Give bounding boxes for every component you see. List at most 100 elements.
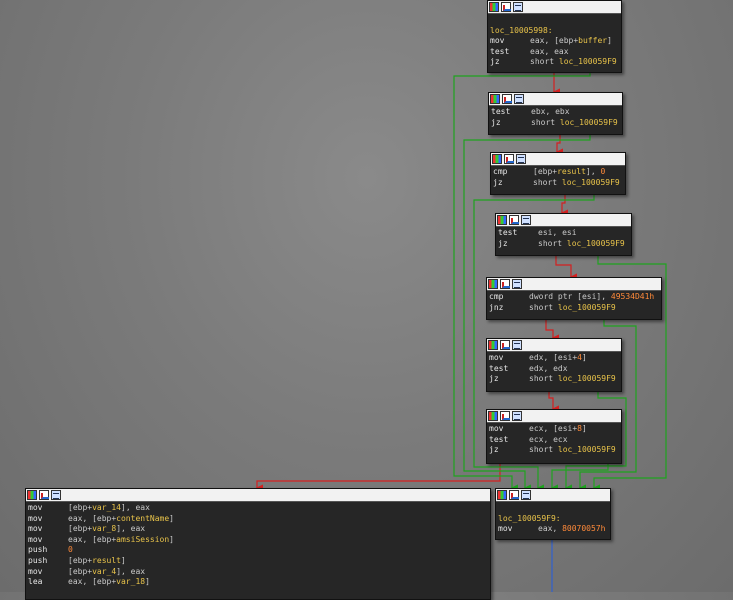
instruction-line[interactable]: jz short loc_100059F9 xyxy=(493,178,623,189)
color-palette-icon[interactable] xyxy=(488,411,498,421)
immediate-value: 0 xyxy=(600,167,606,176)
text-view-icon[interactable] xyxy=(514,94,524,104)
text-view-icon[interactable] xyxy=(512,411,522,421)
jump-target-label[interactable]: loc_100059F9 xyxy=(558,445,616,454)
instruction-line[interactable]: mov [ebp+var_4], eax xyxy=(28,567,488,578)
operand: ], eax xyxy=(116,524,146,534)
instruction-line[interactable]: test ebx, ebx xyxy=(491,107,620,118)
stack-variable[interactable]: contentName xyxy=(116,514,169,523)
block-mov-edx[interactable]: mov edx, [esi+4] test edx, edx jz short loc_1… xyxy=(486,338,622,392)
instruction-line[interactable]: jz short loc_100059F9 xyxy=(490,57,619,68)
instruction-line[interactable]: jz short loc_100059F9 xyxy=(489,374,619,385)
operand: ], eax xyxy=(121,503,150,512)
block-loc-10005998[interactable]: loc_10005998: mov eax, [ebp+buffer] test eax… xyxy=(487,0,622,73)
operand: eax, [ebp+ xyxy=(68,534,117,544)
jump-target-label[interactable]: loc_100059F9 xyxy=(559,57,617,66)
instruction-line[interactable]: test esi, esi xyxy=(498,228,629,239)
operand: dword ptr [esi], xyxy=(529,292,611,301)
stack-variable[interactable]: amsiSession xyxy=(116,535,169,544)
stack-variable[interactable]: var_4 xyxy=(92,567,116,576)
operand: short xyxy=(531,117,560,127)
color-palette-icon[interactable] xyxy=(489,2,499,12)
color-palette-icon[interactable] xyxy=(488,279,498,289)
text-view-icon[interactable] xyxy=(512,279,522,289)
text-view-icon[interactable] xyxy=(51,490,61,500)
stack-variable[interactable]: result xyxy=(557,167,586,176)
text-view-icon[interactable] xyxy=(512,340,522,350)
instruction-line[interactable]: mov eax, [ebp+amsiSession] xyxy=(28,535,488,546)
block-test-esi[interactable]: test esi, esi jz short loc_100059F9 xyxy=(495,213,632,256)
instruction-line[interactable]: cmp dword ptr [esi], 49534D41h xyxy=(489,292,659,303)
mnemonic: mov xyxy=(489,353,504,362)
block-mov-ecx[interactable]: mov ecx, [esi+8] test ecx, ecx jz short loc_1… xyxy=(486,409,622,464)
operand: eax, [ebp+ xyxy=(68,513,117,523)
color-palette-icon[interactable] xyxy=(497,215,507,225)
graph-view-icon[interactable] xyxy=(509,215,519,225)
text-view-icon[interactable] xyxy=(516,154,526,164)
jump-target-label[interactable]: loc_100059F9 xyxy=(562,178,620,187)
instruction-line[interactable]: cmp [ebp+result], 0 xyxy=(493,167,623,178)
color-palette-icon[interactable] xyxy=(27,490,37,500)
instruction-line[interactable]: mov eax, 80070057h xyxy=(498,524,608,535)
instruction-line[interactable]: lea eax, [ebp+var_18] xyxy=(28,577,488,588)
block-cmp-dword[interactable]: cmp dword ptr [esi], 49534D41h jnz short lo… xyxy=(486,277,662,320)
instruction-line[interactable]: mov ecx, [esi+8] xyxy=(489,424,619,435)
instruction-line[interactable]: mov eax, [ebp+contentName] xyxy=(28,514,488,525)
code-label[interactable]: loc_10005998: xyxy=(490,26,619,37)
node-header-toolbar xyxy=(496,214,631,227)
instruction-line[interactable]: mov edx, [esi+4] xyxy=(489,353,619,364)
instruction-line[interactable]: jz short loc_100059F9 xyxy=(489,445,619,456)
jump-target-label[interactable]: loc_100059F9 xyxy=(558,374,616,383)
color-palette-icon[interactable] xyxy=(488,340,498,350)
instruction-line[interactable]: jnz short loc_100059F9 xyxy=(489,303,659,314)
operand: short xyxy=(530,57,559,67)
block-test-ebx[interactable]: test ebx, ebx jz short loc_100059F9 xyxy=(488,92,623,135)
mnemonic: mov xyxy=(28,524,43,534)
instruction-line[interactable]: push [ebp+result] xyxy=(28,556,488,567)
instruction-line[interactable]: jz short loc_100059F9 xyxy=(498,239,629,250)
mnemonic: mov xyxy=(28,513,43,523)
mnemonic: test xyxy=(490,46,510,56)
stack-variable[interactable]: buffer xyxy=(578,36,607,45)
operand: short xyxy=(538,238,567,248)
operand: ebx, ebx xyxy=(531,107,570,116)
block-loc-100059F9[interactable]: loc_100059F9: mov eax, 80070057h xyxy=(495,488,611,540)
code-label[interactable]: loc_100059F9: xyxy=(498,514,608,525)
mnemonic: jnz xyxy=(489,302,504,312)
stack-variable[interactable]: var_14 xyxy=(92,503,121,512)
color-palette-icon[interactable] xyxy=(497,490,507,500)
instruction-line[interactable]: test edx, edx xyxy=(489,364,619,375)
stack-variable[interactable]: var_18 xyxy=(116,577,145,586)
text-view-icon[interactable] xyxy=(513,2,523,12)
graph-view-icon[interactable] xyxy=(500,279,510,289)
node-header-toolbar xyxy=(488,1,621,14)
jump-target-label[interactable]: loc_100059F9 xyxy=(567,239,625,248)
operand: ] xyxy=(145,577,150,587)
graph-view-icon[interactable] xyxy=(39,490,49,500)
graph-view-icon[interactable] xyxy=(501,2,511,12)
operand: eax, [ebp+ xyxy=(68,577,117,587)
text-view-icon[interactable] xyxy=(521,215,531,225)
stack-variable[interactable]: var_8 xyxy=(92,524,116,533)
text-view-icon[interactable] xyxy=(521,490,531,500)
graph-view-icon[interactable] xyxy=(500,340,510,350)
instruction-line[interactable]: push 0 xyxy=(28,545,488,556)
instruction-line[interactable]: jz short loc_100059F9 xyxy=(491,118,620,129)
graph-view-icon[interactable] xyxy=(509,490,519,500)
instruction-line[interactable]: test ecx, ecx xyxy=(489,435,619,446)
jump-target-label[interactable]: loc_100059F9 xyxy=(560,118,618,127)
color-palette-icon[interactable] xyxy=(492,154,502,164)
graph-view-icon[interactable] xyxy=(500,411,510,421)
block-amsi-call[interactable]: mov [ebp+var_14], eax mov eax, [ebp+content… xyxy=(25,488,491,600)
graph-view-icon[interactable] xyxy=(502,94,512,104)
instruction-line[interactable]: mov [ebp+var_8], eax xyxy=(28,524,488,535)
color-palette-icon[interactable] xyxy=(490,94,500,104)
instruction-line[interactable]: test eax, eax xyxy=(490,47,619,58)
block-cmp-result[interactable]: cmp [ebp+result], 0 jz short loc_100059F9 xyxy=(490,152,626,195)
instruction-line[interactable]: mov eax, [ebp+buffer] xyxy=(490,36,619,47)
stack-variable[interactable]: result xyxy=(92,556,121,565)
graph-view-icon[interactable] xyxy=(504,154,514,164)
jump-target-label[interactable]: loc_100059F9 xyxy=(558,303,616,312)
operand: short xyxy=(529,445,558,455)
instruction-line[interactable]: mov [ebp+var_14], eax xyxy=(28,503,488,514)
